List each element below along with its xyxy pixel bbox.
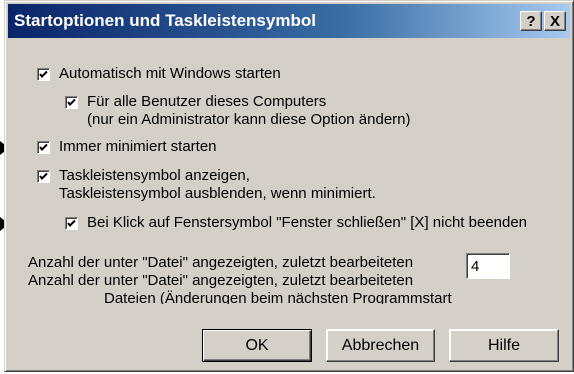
close-no-exit-label: Bei Klick auf Fenstersymbol "Fenster sch… [87,214,528,231]
recent-files-label-line2: Anzahl der unter "Datei" angezeigten, zu… [28,272,414,289]
option-start-minimized[interactable]: Immer minimiert starten [37,138,217,156]
all-users-note: (nur ein Administrator kann diese Option… [87,111,411,128]
close-icon[interactable]: X [544,11,566,31]
option-autostart[interactable]: Automatisch mit Windows starten [37,65,281,83]
checkmark-icon [39,172,48,180]
checkmark-icon [39,143,48,151]
dialog-title: Startoptionen und Taskleistensymbol [14,11,316,30]
screen: Startoptionen und Taskleistensymbol ? X … [0,0,574,374]
help-button[interactable]: Hilfe [449,329,559,362]
checkmark-icon [39,70,48,78]
tray-icon-checkbox[interactable] [37,170,50,183]
autostart-label: Automatisch mit Windows starten [59,65,281,82]
autostart-checkbox[interactable] [37,68,50,81]
option-tray-icon[interactable]: Taskleistensymbol anzeigen, Taskleistens… [37,167,376,203]
checkmark-icon [67,98,76,106]
close-no-exit-checkbox[interactable] [65,217,78,230]
tray-icon-label: Taskleistensymbol anzeigen, [59,167,250,184]
checkmark-icon [67,219,76,227]
start-minimized-checkbox[interactable] [37,141,50,154]
start-minimized-label: Immer minimiert starten [59,138,217,155]
recent-files-count-input[interactable] [466,253,510,279]
help-icon[interactable]: ? [520,11,542,31]
all-users-label: Für alle Benutzer dieses Computers [87,93,327,110]
all-users-checkbox[interactable] [65,96,78,109]
option-close-no-exit[interactable]: Bei Klick auf Fenstersymbol "Fenster sch… [65,214,527,232]
title-bar[interactable]: Startoptionen und Taskleistensymbol ? X [8,4,570,38]
recent-files-label-line3: Dateien (Änderungen beim nächsten Progra… [104,290,452,304]
startup-options-dialog: Startoptionen und Taskleistensymbol ? X … [4,0,574,372]
ok-button[interactable]: OK [202,329,312,362]
recent-files-label: Anzahl der unter "Datei" angezeigten, zu… [28,254,468,304]
tray-icon-hide-label: Taskleistensymbol ausblenden, wenn minim… [59,185,376,202]
cancel-button[interactable]: Abbrechen [326,329,435,362]
recent-files-label-line1: Anzahl der unter "Datei" angezeigten, zu… [28,254,414,271]
option-all-users[interactable]: Für alle Benutzer dieses Computers (nur … [65,93,411,129]
